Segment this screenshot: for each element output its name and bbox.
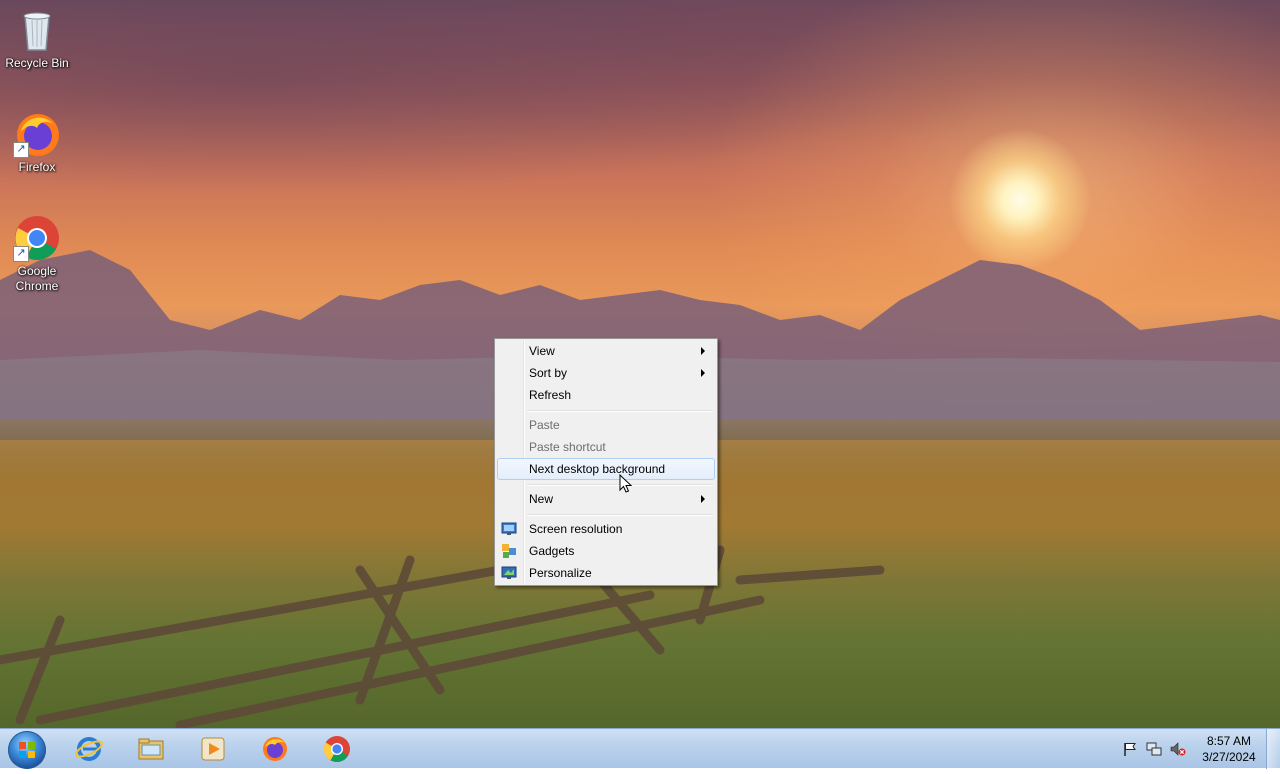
- screen-resolution-icon: [501, 522, 517, 535]
- desktop-icon-label: Recycle Bin: [5, 56, 69, 70]
- shortcut-arrow-icon: ↗: [13, 246, 29, 262]
- submenu-arrow-icon: [701, 495, 705, 503]
- internet-explorer-icon: [75, 737, 103, 761]
- network-icon[interactable]: [1146, 741, 1162, 757]
- desktop-icon-label: Google Chrome: [15, 264, 59, 293]
- desktop-icon-recycle-bin[interactable]: Recycle Bin: [0, 6, 74, 71]
- submenu-arrow-icon: [701, 347, 705, 355]
- menu-separator: [527, 410, 713, 412]
- menu-item-view[interactable]: View: [497, 340, 715, 362]
- menu-item-label: Sort by: [529, 366, 568, 380]
- system-clock[interactable]: 8:57 AM 3/27/2024: [1196, 733, 1262, 765]
- desktop-icon-label: Firefox: [18, 160, 56, 174]
- menu-item-label: Gadgets: [529, 544, 575, 558]
- taskbar-chrome[interactable]: [314, 731, 360, 767]
- menu-item-label: Paste: [529, 418, 560, 432]
- clock-time: 8:57 AM: [1206, 734, 1252, 748]
- taskbar-firefox[interactable]: [252, 731, 298, 767]
- shortcut-arrow-icon: ↗: [13, 142, 29, 158]
- volume-muted-icon[interactable]: [1170, 741, 1186, 757]
- start-orb-icon: [19, 742, 35, 758]
- menu-item-label: New: [529, 492, 554, 506]
- firefox-icon: ↗: [13, 110, 61, 158]
- gadgets-icon: [502, 544, 516, 558]
- taskbar: 8:57 AM 3/27/2024: [0, 728, 1280, 769]
- firefox-icon: [263, 737, 287, 761]
- desktop-icon-firefox[interactable]: ↗ Firefox: [0, 110, 74, 175]
- show-desktop-button[interactable]: [1266, 729, 1280, 769]
- chrome-icon: ↗: [13, 214, 61, 262]
- menu-item-gadgets[interactable]: Gadgets: [497, 540, 715, 562]
- menu-item-label: View: [529, 344, 555, 358]
- windows-explorer-icon: [138, 738, 164, 760]
- menu-item-screen-resolution[interactable]: Screen resolution: [497, 518, 715, 540]
- menu-item-next-desktop-background[interactable]: Next desktop background: [497, 458, 715, 480]
- submenu-arrow-icon: [701, 369, 705, 377]
- menu-item-label: Personalize: [529, 566, 592, 580]
- menu-separator: [527, 514, 713, 516]
- taskbar-windows-explorer[interactable]: [128, 731, 174, 767]
- menu-item-paste[interactable]: Paste: [497, 414, 715, 436]
- menu-item-label: Paste shortcut: [529, 440, 606, 454]
- menu-item-label: Refresh: [529, 388, 572, 402]
- menu-item-label: Screen resolution: [529, 522, 623, 536]
- menu-item-label: Next desktop background: [529, 462, 666, 476]
- action-center-flag-icon[interactable]: [1122, 741, 1138, 757]
- mouse-pointer-icon: [619, 474, 633, 493]
- chrome-icon: [323, 736, 350, 762]
- clock-date: 3/27/2024: [1202, 750, 1256, 764]
- desktop-icon-chrome[interactable]: ↗ Google Chrome: [0, 214, 74, 294]
- recycle-bin-icon: [13, 6, 61, 54]
- menu-item-sort-by[interactable]: Sort by: [497, 362, 715, 384]
- menu-item-refresh[interactable]: Refresh: [497, 384, 715, 406]
- menu-item-new[interactable]: New: [497, 488, 715, 510]
- desktop-context-menu: View Sort by Refresh Paste Paste shortcu…: [494, 338, 718, 586]
- taskbar-internet-explorer[interactable]: [66, 731, 112, 767]
- personalize-icon: [501, 566, 517, 579]
- wooden-fence: [0, 545, 885, 728]
- taskbar-media-player[interactable]: [190, 731, 236, 767]
- media-player-icon: [201, 737, 225, 761]
- start-button[interactable]: [8, 731, 46, 769]
- menu-item-personalize[interactable]: Personalize: [497, 562, 715, 584]
- menu-item-paste-shortcut[interactable]: Paste shortcut: [497, 436, 715, 458]
